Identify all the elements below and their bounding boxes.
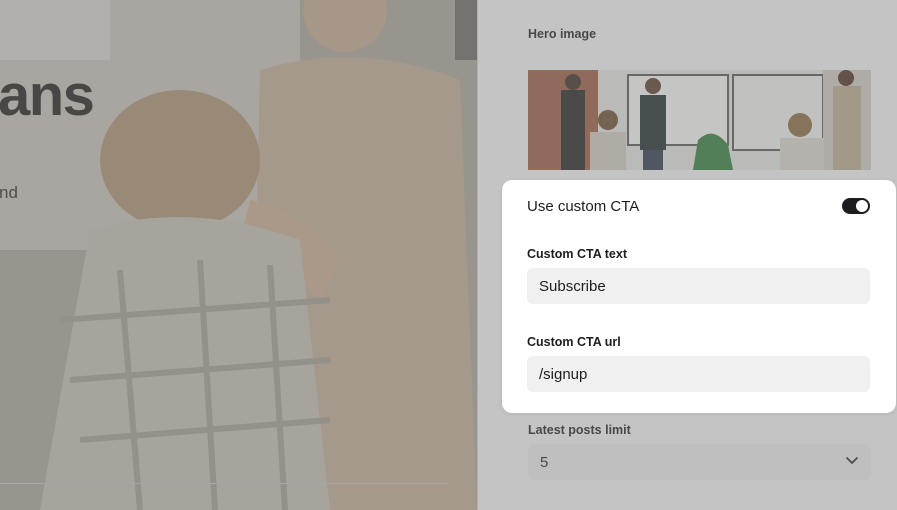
page-preview: ans nd xyxy=(0,0,477,510)
use-custom-cta-row: Use custom CTA xyxy=(527,196,870,216)
use-custom-cta-toggle[interactable] xyxy=(842,198,870,214)
use-custom-cta-label: Use custom CTA xyxy=(527,197,640,215)
preview-headline: ans xyxy=(0,63,95,128)
custom-cta-url-label: Custom CTA url xyxy=(527,335,621,349)
hero-image-label: Hero image xyxy=(528,27,597,41)
custom-cta-card: Use custom CTA Custom CTA text Custom CT… xyxy=(502,180,896,413)
custom-cta-text-input[interactable] xyxy=(527,268,870,304)
preview-subtext: nd xyxy=(0,183,18,202)
toggle-knob xyxy=(856,200,868,212)
hero-image-thumbnail[interactable] xyxy=(528,70,871,170)
latest-posts-limit-label: Latest posts limit xyxy=(528,423,631,437)
preview-divider xyxy=(0,483,448,484)
hero-image-photo xyxy=(528,70,871,170)
latest-posts-limit-select[interactable]: 5 xyxy=(528,444,871,480)
latest-posts-limit-value: 5 xyxy=(540,453,549,471)
chevron-down-icon xyxy=(845,453,859,471)
custom-cta-text-label: Custom CTA text xyxy=(527,247,627,261)
custom-cta-url-input[interactable] xyxy=(527,356,870,392)
